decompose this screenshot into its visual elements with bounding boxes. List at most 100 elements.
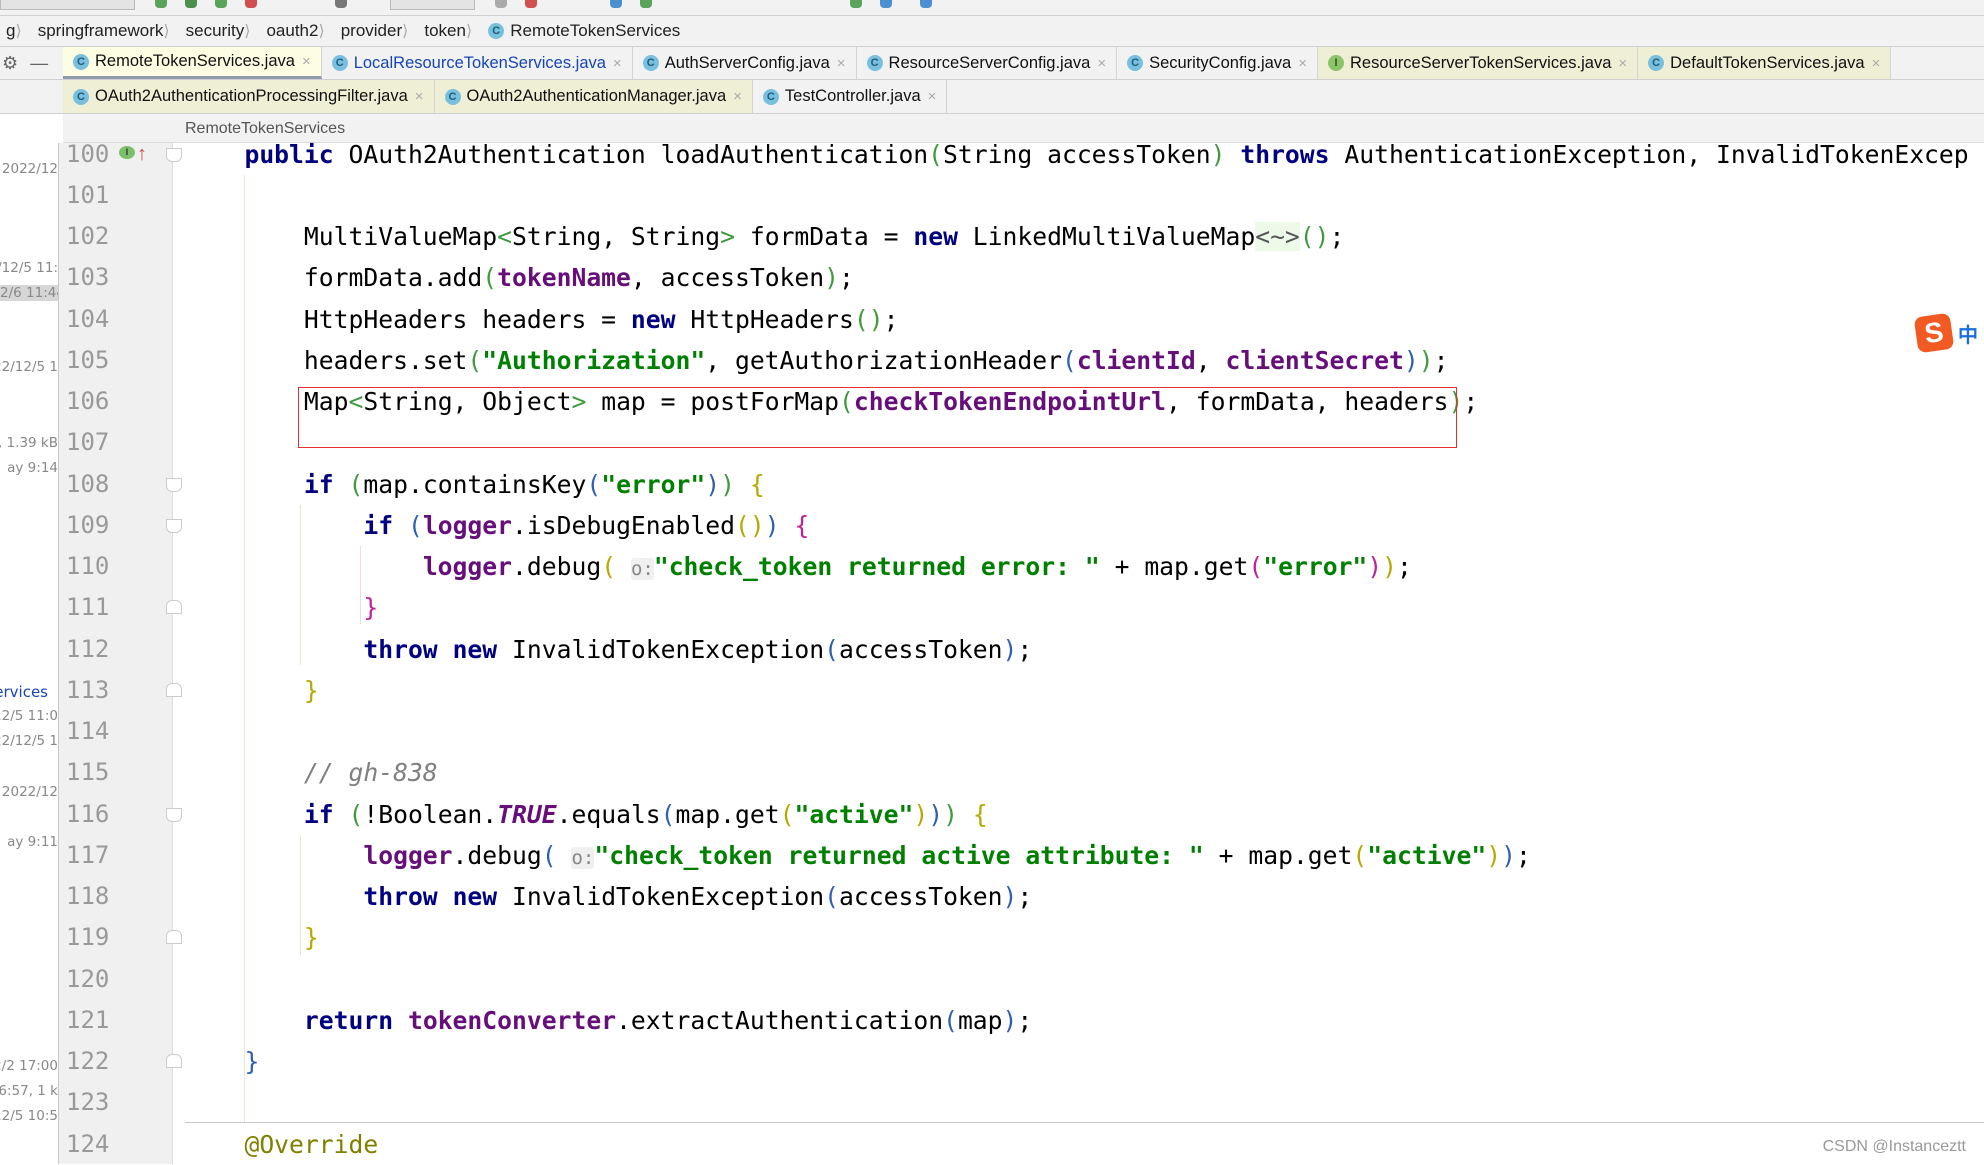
run-icon[interactable] bbox=[155, 0, 167, 8]
tab-defaulttokenservices[interactable]: C DefaultTokenServices.java × bbox=[1638, 47, 1892, 79]
code-line[interactable]: if (!Boolean.TRUE.equals(map.get("active… bbox=[185, 794, 1984, 835]
code-line[interactable]: if (map.containsKey("error")) { bbox=[185, 464, 1984, 505]
code-line[interactable]: throw new InvalidTokenException(accessTo… bbox=[185, 629, 1984, 670]
file-entry[interactable]: /12/5 11:0 bbox=[0, 708, 58, 724]
close-icon[interactable]: × bbox=[1872, 55, 1881, 72]
override-arrow-icon[interactable]: ↑ bbox=[137, 143, 147, 166]
breadcrumb-item[interactable]: C RemoteTokenServices bbox=[482, 21, 688, 41]
close-icon[interactable]: × bbox=[837, 55, 846, 72]
code-line[interactable]: public OAuth2Authentication loadAuthenti… bbox=[185, 134, 1984, 175]
code-line[interactable] bbox=[185, 711, 1984, 752]
watermark: CSDN @Instanceztt bbox=[1822, 1138, 1966, 1155]
code-line[interactable]: throw new InvalidTokenException(accessTo… bbox=[185, 876, 1984, 917]
tab-resourceserverconfig[interactable]: C ResourceServerConfig.java × bbox=[857, 47, 1118, 79]
file-entry[interactable]: 16:57, 1 k bbox=[0, 1083, 58, 1099]
tab-oauth2authenticationprocessingfilter[interactable]: C OAuth2AuthenticationProcessingFilter.ja… bbox=[63, 80, 435, 113]
run-config-dropdown[interactable] bbox=[0, 0, 135, 10]
file-entry[interactable]: ay 9:14 bbox=[7, 460, 58, 476]
file-entry[interactable]: ay 9:11 bbox=[7, 834, 58, 850]
translate-icon[interactable] bbox=[920, 0, 932, 8]
file-entry[interactable]: 22/12/5 1 bbox=[0, 733, 58, 749]
code-line[interactable]: } bbox=[185, 587, 1984, 628]
fold-end-icon[interactable] bbox=[166, 682, 182, 697]
close-icon[interactable]: × bbox=[1298, 55, 1307, 72]
breadcrumb-item[interactable]: provider ⟩ bbox=[335, 21, 419, 41]
update-icon[interactable] bbox=[610, 0, 622, 8]
refresh-icon[interactable] bbox=[880, 0, 892, 8]
code-line[interactable]: return tokenConverter.extractAuthenticat… bbox=[185, 1000, 1984, 1041]
breadcrumb-item[interactable]: security ⟩ bbox=[180, 21, 261, 41]
tab-authserverconfig[interactable]: C AuthServerConfig.java × bbox=[633, 47, 857, 79]
stop-icon[interactable] bbox=[245, 0, 257, 8]
fold-end-icon[interactable] bbox=[166, 1054, 182, 1069]
close-icon[interactable]: × bbox=[928, 88, 937, 105]
breadcrumb-item[interactable]: oauth2 ⟩ bbox=[260, 21, 334, 41]
debug-icon[interactable] bbox=[185, 0, 197, 8]
fold-collapse-icon[interactable] bbox=[166, 807, 182, 822]
code-token: .debug bbox=[452, 840, 542, 870]
code-line[interactable]: } bbox=[185, 670, 1984, 711]
minimize-icon[interactable]: — bbox=[30, 53, 48, 74]
close-icon[interactable]: × bbox=[613, 55, 622, 72]
close-icon[interactable]: × bbox=[1618, 55, 1627, 72]
file-entry[interactable]: 2/2 17:00 bbox=[0, 1058, 58, 1074]
fold-collapse-icon[interactable] bbox=[166, 518, 182, 533]
breadcrumb-item[interactable]: g ⟩ bbox=[0, 21, 32, 41]
tab-remotetokenservices[interactable]: C RemoteTokenServices.java × bbox=[63, 47, 322, 79]
tab-resourceservertokenservices[interactable]: I ResourceServerTokenServices.java × bbox=[1318, 47, 1639, 79]
code-line[interactable]: headers.set("Authorization", getAuthoriz… bbox=[185, 340, 1984, 381]
file-entry[interactable]: 2022/12 bbox=[2, 161, 58, 177]
tab-testcontroller[interactable]: C TestController.java × bbox=[753, 80, 948, 113]
code-line[interactable]: } bbox=[185, 1041, 1984, 1082]
file-entry[interactable]: ervices bbox=[0, 683, 48, 701]
coverage-icon[interactable] bbox=[215, 0, 227, 8]
code-line[interactable]: logger.debug( o:"check_token returned ac… bbox=[185, 835, 1984, 876]
settings-icon[interactable]: ⚙ bbox=[2, 53, 18, 74]
code-line[interactable]: logger.debug( o:"check_token returned er… bbox=[185, 546, 1984, 587]
code-editor[interactable]: public OAuth2Authentication loadAuthenti… bbox=[185, 134, 1984, 1165]
branch-dropdown[interactable] bbox=[390, 0, 475, 10]
code-line[interactable]: // gh-838 bbox=[185, 752, 1984, 793]
close-icon[interactable]: × bbox=[415, 88, 424, 105]
vcs-icon[interactable] bbox=[525, 0, 537, 8]
file-entry[interactable]: 22/12/5 1 bbox=[0, 359, 58, 375]
fold-collapse-icon[interactable] bbox=[166, 477, 182, 492]
code-line[interactable]: @Override bbox=[185, 1124, 1984, 1165]
file-entry[interactable]: 2022/12 bbox=[2, 784, 58, 800]
tab-securityconfig[interactable]: C SecurityConfig.java × bbox=[1117, 47, 1318, 79]
implements-icon[interactable]: I bbox=[119, 146, 135, 159]
file-entry[interactable]: 2/6 11:44 bbox=[0, 285, 58, 301]
close-icon[interactable]: × bbox=[1097, 55, 1106, 72]
file-entry[interactable]: /12/5 11: bbox=[0, 260, 58, 276]
tab-oauth2authenticationmanager[interactable]: C OAuth2AuthenticationManager.java × bbox=[434, 80, 753, 113]
code-line[interactable] bbox=[185, 175, 1984, 216]
ime-indicator[interactable]: S 中 bbox=[1913, 312, 1984, 354]
code-line[interactable] bbox=[185, 959, 1984, 1000]
breadcrumb-item[interactable]: springframework ⟩ bbox=[32, 21, 180, 41]
user-icon[interactable] bbox=[495, 0, 507, 8]
code-line[interactable]: MultiValueMap<String, String> formData =… bbox=[185, 216, 1984, 257]
fold-collapse-icon[interactable] bbox=[166, 147, 182, 162]
code-line[interactable]: formData.add(tokenName, accessToken); bbox=[185, 257, 1984, 298]
ime-mode[interactable]: 中 bbox=[1958, 319, 1978, 348]
breadcrumb-item[interactable]: token ⟩ bbox=[418, 21, 482, 41]
history-icon[interactable] bbox=[850, 0, 862, 8]
code-token: () bbox=[853, 304, 884, 334]
file-entry[interactable]: /12/5 10:5 bbox=[0, 1108, 58, 1124]
code-token: map bbox=[957, 1005, 1003, 1035]
code-line[interactable]: } bbox=[185, 917, 1984, 958]
project-panel[interactable]: 2022/12/12/5 11: 2/6 11:44 22/12/5 1 5, 1.3… bbox=[0, 143, 59, 1164]
file-entry[interactable]: 5, 1.39 kB bbox=[0, 435, 58, 451]
build-icon[interactable] bbox=[335, 0, 347, 8]
code-token: ) bbox=[1382, 552, 1398, 581]
code-line[interactable]: HttpHeaders headers = new HttpHeaders(); bbox=[185, 299, 1984, 340]
editor-gutter[interactable]: 100 101 102 103 104 105 106 107 108 109 110 111 112 1… bbox=[59, 140, 173, 1164]
tab-localresourcetokenservices[interactable]: C LocalResourceTokenServices.java × bbox=[322, 47, 633, 79]
fold-end-icon[interactable] bbox=[166, 930, 182, 945]
code-line[interactable] bbox=[185, 1082, 1984, 1123]
code-line[interactable]: if (logger.isDebugEnabled()) { bbox=[185, 505, 1984, 546]
commit-icon[interactable] bbox=[640, 0, 652, 8]
fold-end-icon[interactable] bbox=[166, 600, 182, 615]
close-icon[interactable]: × bbox=[302, 53, 311, 70]
close-icon[interactable]: × bbox=[733, 88, 742, 105]
